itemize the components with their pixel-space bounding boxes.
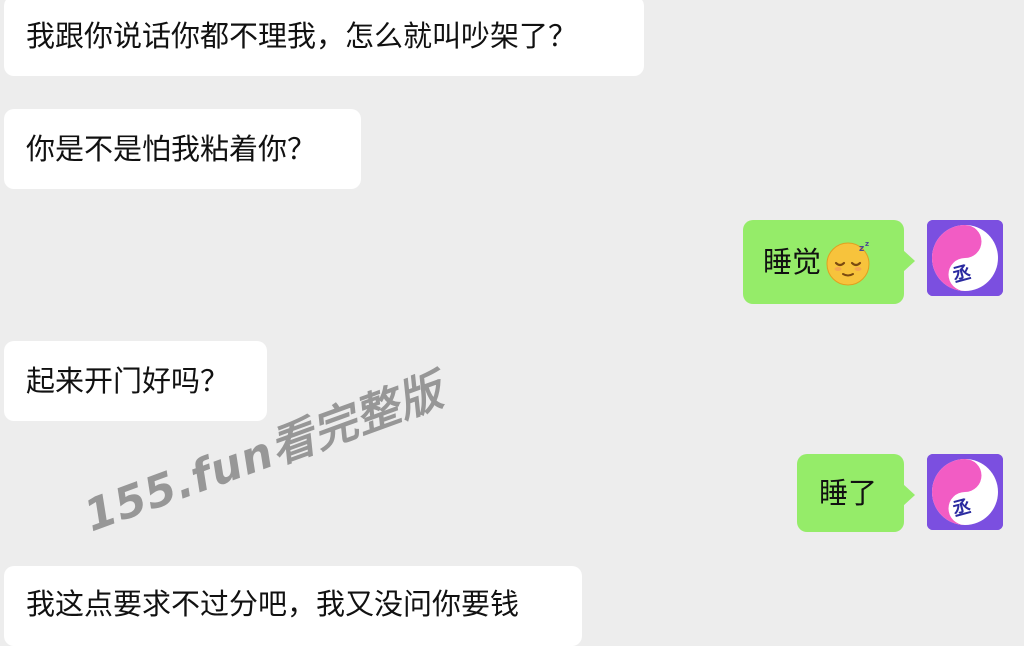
message-text: 我这点要求不过分吧，我又没问你要钱: [26, 587, 520, 621]
svg-text:z: z: [865, 240, 869, 248]
message-text: 你是不是怕我粘着你？: [26, 132, 317, 166]
message-text: 睡觉: [763, 245, 822, 279]
outgoing-message[interactable]: 睡觉 z z: [743, 220, 915, 304]
sleeping-face-icon: z z: [826, 240, 870, 286]
avatar-image: 丞: [927, 220, 1003, 296]
svg-text:z: z: [859, 244, 864, 254]
incoming-message[interactable]: 我跟你说话你都不理我，怎么就叫吵架了？: [4, 0, 644, 76]
incoming-message[interactable]: 起来开门好吗？: [4, 341, 267, 421]
message-text: 睡了: [819, 476, 878, 510]
message-text: 起来开门好吗？: [26, 364, 230, 398]
chat-window: 我跟你说话你都不理我，怎么就叫吵架了？ 你是不是怕我粘着你？ 睡觉 z z 丞 …: [0, 0, 1024, 646]
message-text: 我跟你说话你都不理我，怎么就叫吵架了？: [26, 19, 578, 53]
avatar-image: 丞: [927, 454, 1003, 530]
incoming-message[interactable]: 我这点要求不过分吧，我又没问你要钱: [4, 566, 582, 646]
incoming-message[interactable]: 你是不是怕我粘着你？: [4, 109, 361, 189]
outgoing-message[interactable]: 睡了: [797, 454, 915, 532]
user-avatar[interactable]: 丞: [927, 220, 1003, 296]
user-avatar[interactable]: 丞: [927, 454, 1003, 530]
